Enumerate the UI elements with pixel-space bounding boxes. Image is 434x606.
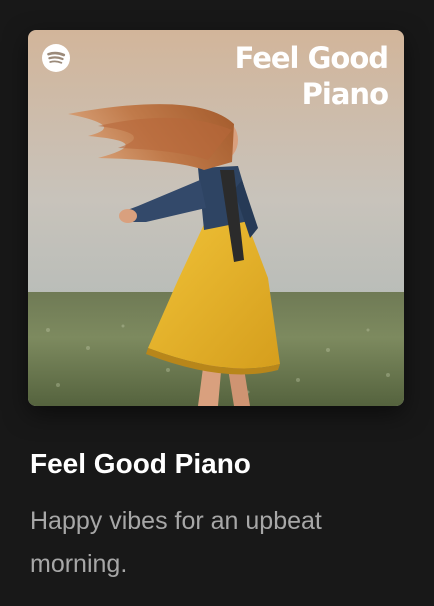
playlist-description: Happy vibes for an upbeat morning. [30,507,322,578]
spotify-logo-icon [42,44,70,72]
playlist-cover[interactable]: Feel Good Piano [28,30,404,406]
cover-title-text: Feel Good Piano [234,41,389,111]
playlist-card[interactable]: Feel Good Piano Feel Good Piano Happy vi… [0,0,434,606]
playlist-title[interactable]: Feel Good Piano [30,446,410,482]
